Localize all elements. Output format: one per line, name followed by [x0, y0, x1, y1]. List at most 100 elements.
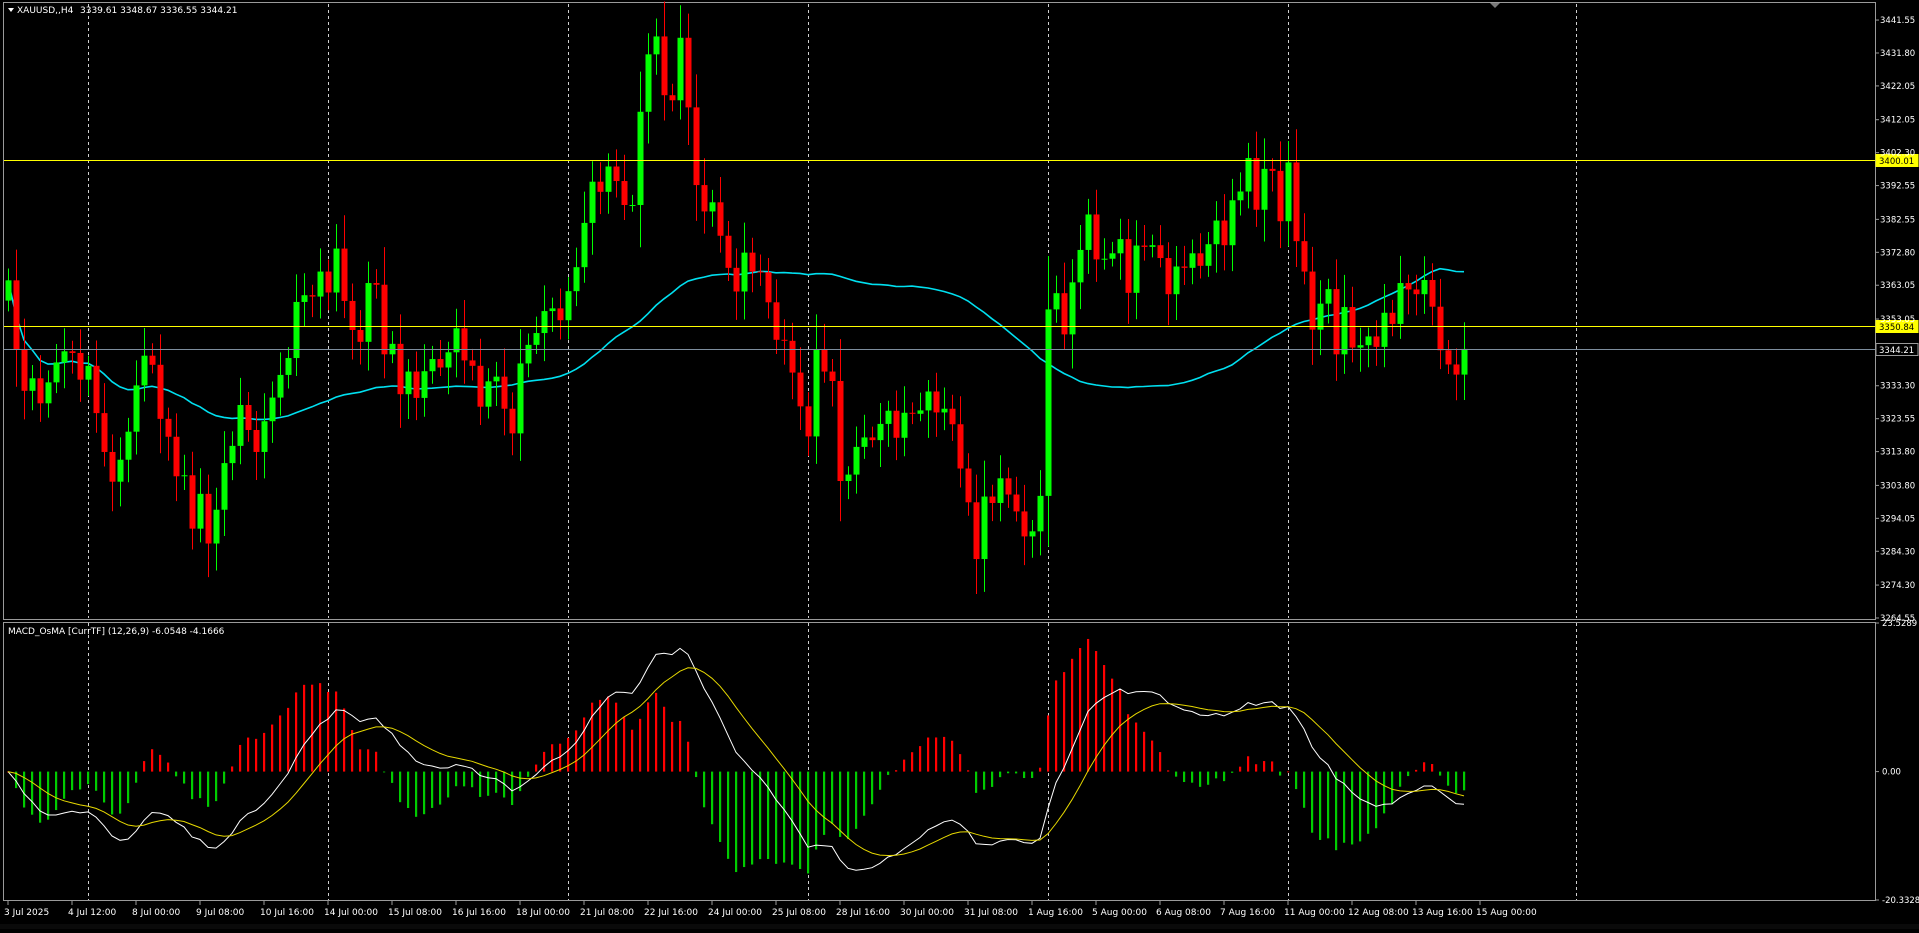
histogram-bar — [847, 771, 850, 840]
candle-body — [53, 362, 60, 383]
histogram-bar — [327, 691, 330, 772]
candle-body — [101, 413, 108, 452]
ohlc-readout: 3339.61 3348.67 3336.55 3344.21 — [80, 6, 237, 16]
histogram-bar — [111, 771, 114, 815]
candle-body — [445, 352, 452, 368]
histogram-bar — [591, 702, 594, 772]
histogram-bar — [1071, 658, 1074, 772]
histogram-bar — [87, 771, 90, 785]
candle-body — [541, 311, 548, 334]
price-tick-label: 3363.05 — [1880, 281, 1915, 291]
candle-body — [261, 421, 268, 452]
histogram-bar — [583, 717, 586, 772]
time-tick-label: 22 Jul 16:00 — [644, 908, 698, 918]
time-tick-label: 3 Jul 2025 — [4, 908, 49, 918]
histogram-bar — [159, 754, 162, 772]
candle-body — [861, 437, 868, 447]
candle-body — [533, 333, 540, 345]
histogram-bar — [983, 771, 986, 790]
candle-body — [5, 280, 12, 301]
candle-body — [1005, 478, 1012, 495]
candle-body — [877, 423, 884, 441]
histogram-bar — [1191, 771, 1194, 783]
candle-body — [1309, 271, 1316, 330]
candle-body — [1429, 280, 1436, 307]
candle-body — [373, 283, 380, 285]
candle-body — [125, 431, 132, 460]
histogram-bar — [375, 751, 378, 772]
candle-body — [645, 54, 652, 112]
histogram-bar — [607, 696, 610, 772]
time-tick-label: 21 Jul 08:00 — [580, 908, 634, 918]
candle-body — [141, 355, 148, 386]
candle-body — [1365, 336, 1372, 346]
candle-body — [765, 272, 772, 303]
chart-canvas[interactable]: 3400.013350.843344.21 3441.553431.803422… — [0, 0, 1919, 929]
histogram-bar — [167, 762, 170, 772]
candle-body — [789, 340, 796, 373]
histogram-bar — [687, 741, 690, 772]
histogram-bar — [1311, 771, 1314, 833]
candle-body — [341, 248, 348, 301]
candle-body — [701, 185, 708, 212]
histogram-bar — [215, 771, 218, 802]
histogram-bar — [1007, 771, 1010, 774]
candle-body — [757, 271, 764, 273]
histogram-bar — [1239, 766, 1242, 772]
histogram-bar — [655, 692, 658, 772]
histogram-bar — [47, 771, 50, 820]
histogram-bar — [1231, 771, 1234, 773]
histogram-bar — [951, 740, 954, 772]
candle-body — [1189, 253, 1196, 268]
time-tick-label: 14 Jul 00:00 — [324, 908, 378, 918]
candle-body — [525, 344, 532, 364]
candle-body — [901, 412, 908, 438]
candle-body — [1013, 494, 1020, 512]
histogram-bar — [63, 771, 66, 799]
histogram-bar — [495, 771, 498, 793]
candle-body — [1053, 293, 1060, 310]
time-tick-label: 16 Jul 16:00 — [452, 908, 506, 918]
candle-body — [549, 308, 556, 312]
candle-body — [117, 459, 124, 482]
histogram-bar — [615, 702, 618, 772]
candle-body — [77, 352, 84, 380]
histogram-bar — [1439, 771, 1442, 776]
histogram-bar — [1167, 770, 1170, 772]
candle-body — [181, 475, 188, 477]
candle-body — [453, 328, 460, 353]
histogram-bar — [631, 729, 634, 772]
histogram-bar — [1183, 771, 1186, 783]
histogram-bar — [399, 771, 402, 803]
candle-body — [397, 343, 404, 395]
histogram-bar — [791, 771, 794, 865]
candle-body — [1253, 158, 1260, 210]
time-tick-label: 15 Aug 00:00 — [1476, 908, 1537, 918]
trading-chart[interactable]: 3400.01 3350.84 3344.21 3441.55 3431.80 3422… — [0, 0, 1919, 929]
time-tick-label: 1 Aug 16:00 — [1028, 908, 1083, 918]
price-tick-label: 3382.55 — [1880, 215, 1915, 225]
histogram-bar — [959, 754, 962, 772]
candle-body — [1405, 283, 1412, 290]
histogram-bar — [263, 732, 266, 772]
candle-body — [1333, 289, 1340, 355]
histogram-bar — [151, 749, 154, 772]
histogram-bar — [31, 771, 34, 815]
histogram-bar — [55, 771, 58, 811]
histogram-bar — [1127, 714, 1130, 772]
histogram-bar — [831, 771, 834, 824]
price-tick-label: 3313.80 — [1880, 448, 1915, 458]
candle-body — [885, 410, 892, 424]
candle-body — [317, 271, 324, 297]
histogram-bar — [1343, 771, 1346, 843]
histogram-bar — [79, 771, 82, 790]
histogram-bar — [783, 771, 786, 863]
histogram-bar — [335, 691, 338, 772]
candle-body — [1453, 364, 1460, 375]
candle-body — [597, 181, 604, 192]
histogram-bar — [1159, 752, 1162, 772]
candle-body — [357, 330, 364, 342]
candle-body — [845, 474, 852, 482]
time-tick-label: 8 Jul 00:00 — [132, 908, 181, 918]
time-tick-label: 18 Jul 00:00 — [516, 908, 570, 918]
